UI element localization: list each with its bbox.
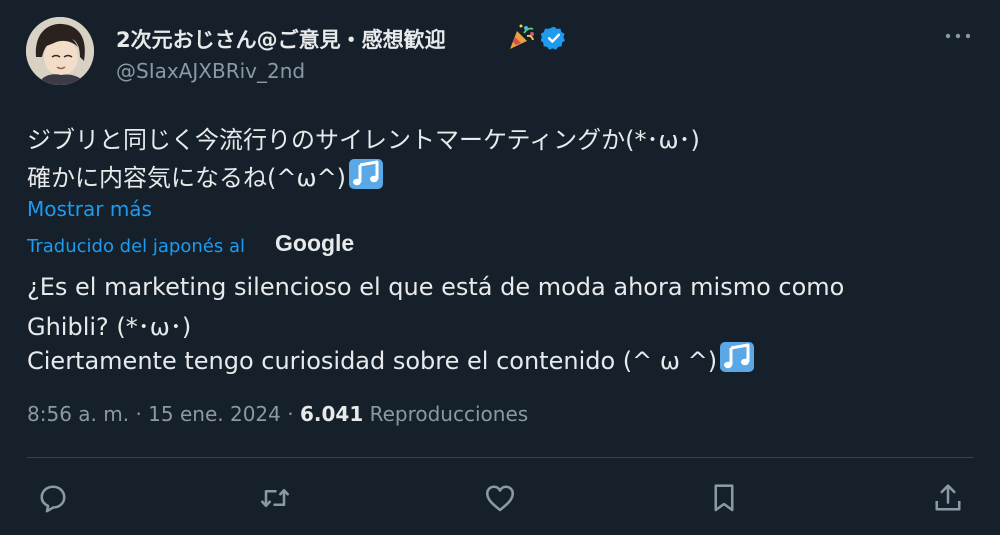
avatar[interactable] (26, 17, 94, 85)
author-handle[interactable]: @SIaxAJXBRiv_2nd (116, 59, 305, 83)
tweet-meta: 8:56 a. m. · 15 ene. 2024 · 6.041 Reprod… (27, 402, 528, 426)
show-more-link[interactable]: Mostrar más (27, 197, 152, 221)
tweet-translation-line-3: Ciertamente tengo curiosidad sobre el co… (27, 341, 755, 375)
tweet-translation-line-1: ¿Es el marketing silencioso el que está … (27, 273, 845, 301)
meta-separator: · (287, 402, 294, 426)
reply-icon (40, 485, 66, 513)
divider (27, 457, 974, 458)
tweet-translation-line-2: Ghibli? (*･ω･) (27, 313, 192, 341)
like-button[interactable] (482, 480, 518, 516)
views-count: 6.041 (299, 402, 364, 426)
more-icon[interactable] (942, 24, 974, 48)
like-icon (485, 485, 515, 512)
tweet-time: 8:56 a. m. (27, 402, 130, 426)
meta-separator: · (135, 402, 142, 426)
tweet-original-line-1: ジブリと同じく今流行りのサイレントマーケティングか(*･ω･) (27, 126, 700, 154)
tweet-date: 15 ene. 2024 (148, 402, 281, 426)
verified-badge-icon[interactable] (541, 25, 567, 51)
reply-button[interactable] (35, 480, 71, 516)
avatar-image (26, 17, 94, 85)
author-display-name[interactable]: 2次元おじさん@ご意見・感想歓迎 (116, 24, 446, 54)
bookmark-button[interactable] (706, 480, 742, 516)
tweet-translation-line-3-text: Ciertamente tengo curiosidad sobre el co… (27, 347, 718, 375)
tweet-original-line-2: 確かに内容気になるね(^ω^) (27, 158, 384, 193)
tweet-original-line-2-text: 確かに内容気になるね(^ω^) (27, 164, 347, 192)
musical-notes-icon (720, 342, 755, 372)
translator-brand: Google (275, 230, 355, 256)
translated-by-label[interactable]: Traducido del japonés al (27, 236, 245, 257)
retweet-button[interactable] (257, 480, 293, 516)
tweet-timestamp-link[interactable]: 8:56 a. m. · 15 ene. 2024 (27, 402, 281, 426)
tweet: 2次元おじさん@ご意見・感想歓迎 @SIaxAJXBRiv_2nd ジブリと同じ… (0, 0, 1000, 535)
share-button[interactable] (930, 480, 966, 516)
share-icon (935, 484, 961, 511)
views-label: Reproducciones (369, 402, 529, 426)
bookmark-icon (714, 484, 734, 512)
party-popper-icon (510, 24, 534, 49)
musical-notes-icon (349, 159, 384, 189)
retweet-icon (260, 488, 290, 508)
